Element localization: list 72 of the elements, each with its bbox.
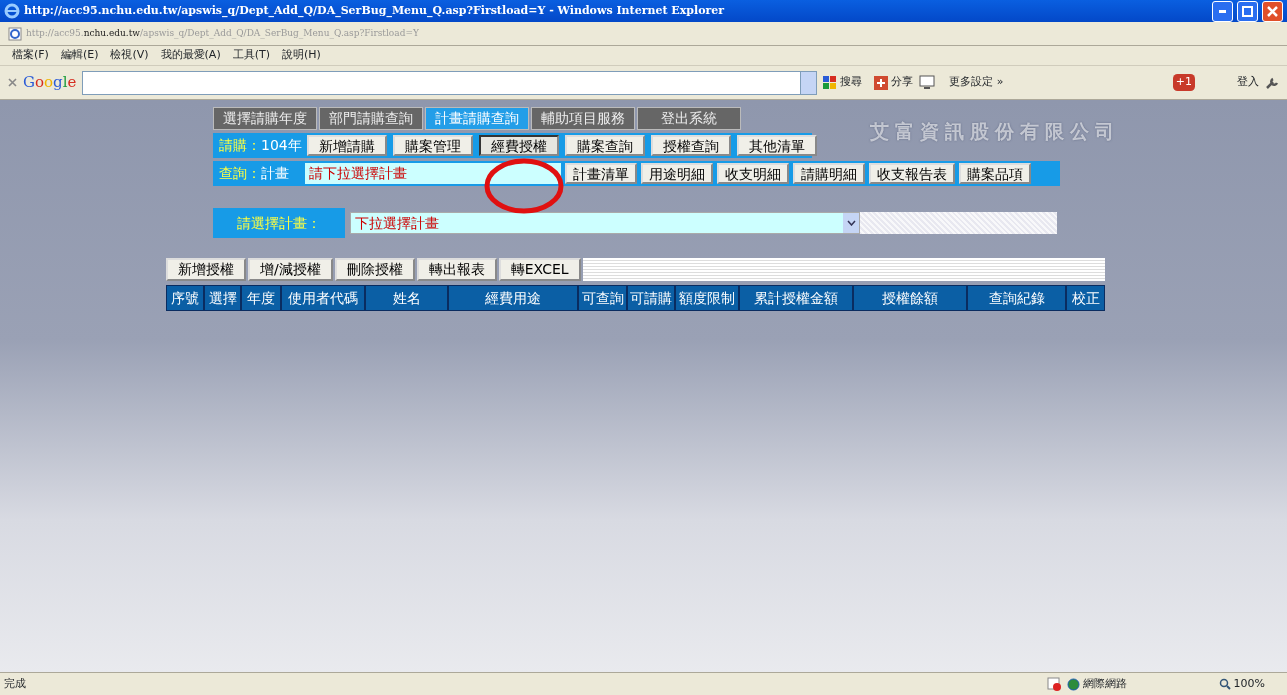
minimize-icon — [1219, 9, 1226, 13]
page-icon — [8, 26, 22, 41]
action-button[interactable]: 轉出報表 — [416, 258, 497, 281]
monitor-icon[interactable] — [919, 74, 938, 91]
magnifier-icon — [1218, 678, 1231, 690]
column-header: 校正 — [1066, 285, 1105, 311]
report-button[interactable]: 收支明細 — [717, 163, 789, 184]
report-button[interactable]: 請購明細 — [793, 163, 865, 184]
wrench-icon[interactable] — [1265, 75, 1279, 90]
sign-in-link[interactable]: 登入 — [1237, 74, 1259, 91]
plan-field[interactable]: 請下拉選擇計畫 — [305, 163, 561, 184]
column-header: 可請購 — [627, 285, 675, 311]
more-settings-link[interactable]: 更多設定 » — [949, 74, 1004, 91]
menu-item[interactable]: 檢視(V) — [110, 47, 149, 64]
menu-button[interactable]: 授權查詢 — [651, 135, 731, 156]
report-button[interactable]: 用途明細 — [641, 163, 713, 184]
action-button[interactable]: 增/減授權 — [248, 258, 333, 281]
maximize-button[interactable] — [1237, 0, 1258, 22]
nav-tab[interactable]: 選擇請購年度 — [213, 107, 317, 130]
menu-item[interactable]: 檔案(F) — [12, 47, 49, 64]
plus-one-button[interactable]: +1 — [1172, 74, 1195, 91]
nav-tab[interactable]: 登出系統 — [637, 107, 741, 130]
squares-icon — [823, 75, 838, 90]
column-header: 姓名 — [365, 285, 448, 311]
menu-item[interactable]: 編輯(E) — [60, 47, 99, 64]
column-header: 經費用途 — [448, 285, 578, 311]
column-header: 序號 — [166, 285, 204, 311]
plus-icon — [874, 75, 889, 90]
close-icon — [8, 77, 17, 87]
nav-tab[interactable]: 部門請購查詢 — [319, 107, 423, 130]
nav-tab[interactable]: 輔助項目服務 — [531, 107, 635, 130]
browser-logo-icon — [4, 3, 20, 19]
share-button[interactable]: 分享 — [874, 74, 914, 91]
status-text: 完成 — [4, 675, 27, 692]
menu-button[interactable]: 經費授權 — [479, 135, 559, 156]
column-header: 額度限制 — [675, 285, 739, 311]
action-button[interactable]: 新增授權 — [166, 258, 246, 281]
column-header: 年度 — [241, 285, 281, 311]
column-header: 累計授權金額 — [739, 285, 853, 311]
report-button[interactable]: 計畫清單 — [565, 163, 637, 184]
column-header: 選擇 — [204, 285, 241, 311]
menu-button[interactable]: 購案管理 — [393, 135, 473, 156]
column-header: 使用者代碼 — [281, 285, 365, 311]
column-header: 可查詢 — [578, 285, 627, 311]
google-logo: Google — [23, 72, 77, 94]
close-button[interactable] — [1262, 0, 1283, 22]
menu-item[interactable]: 工具(T) — [232, 47, 270, 64]
report-button[interactable]: 購案品項 — [959, 163, 1031, 184]
close-icon — [1267, 5, 1278, 17]
menu-button[interactable]: 新增請購 — [307, 135, 387, 156]
minimize-button[interactable] — [1212, 0, 1233, 22]
window-title: http://acc95.nchu.edu.tw/apswis_q/Dept_Add_Q/DA_SerBug_Menu_Q.asp?Firstload=Y - Windows Internet Explorer — [24, 2, 726, 19]
maximize-icon — [1242, 5, 1253, 17]
report-button[interactable]: 收支報告表 — [869, 163, 955, 184]
caret-icon — [846, 220, 856, 226]
column-header: 查詢紀錄 — [967, 285, 1066, 311]
action-button[interactable]: 轉EXCEL — [498, 258, 581, 281]
query-scope-label: 查詢：計畫 — [218, 164, 290, 183]
menu-item[interactable]: 說明(H) — [282, 47, 321, 64]
security-zone: 網際網路 — [1066, 675, 1127, 693]
column-header: 授權餘額 — [853, 285, 967, 311]
blocked-icon — [1046, 677, 1061, 691]
action-button[interactable]: 刪除授權 — [334, 258, 415, 281]
zoom-level[interactable]: 100% — [1218, 675, 1265, 693]
purchase-year-label: 請購：104年 — [218, 136, 301, 155]
search-field[interactable] — [82, 70, 818, 95]
menu-button[interactable]: 其他清單 — [737, 135, 817, 156]
menu-item[interactable]: 我的最愛(A) — [160, 47, 221, 64]
search-button[interactable]: 搜尋 — [823, 74, 863, 91]
plan-select-label: 請選擇計畫： — [213, 208, 345, 238]
plan-select[interactable]: 下拉選擇計畫 — [350, 212, 860, 234]
menu-button[interactable]: 購案查詢 — [565, 135, 645, 156]
